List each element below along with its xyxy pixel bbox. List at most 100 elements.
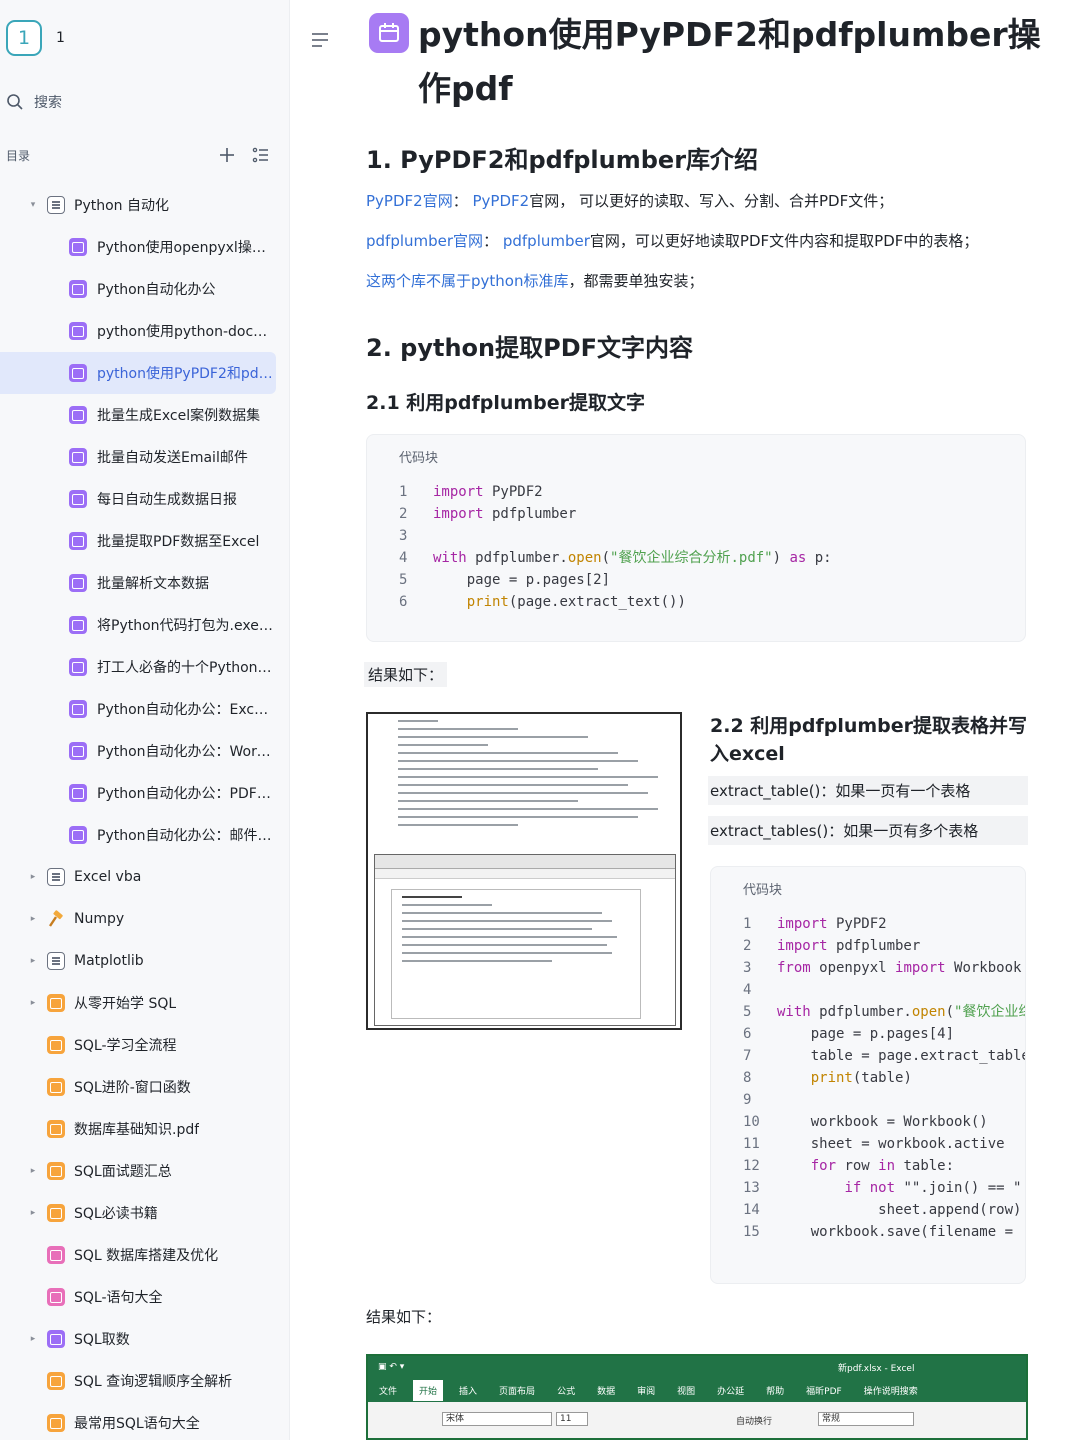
excel-tab: 审阅 <box>637 1386 656 1397</box>
sidebar-item-label: 批量提取PDF数据至Excel <box>97 534 260 550</box>
toc-label: 目录 <box>6 148 31 163</box>
sidebar-item-label: 每日自动生成数据日报 <box>97 492 237 508</box>
page-icon <box>69 322 87 340</box>
sidebar-item[interactable]: Python自动化办公：PDF自... <box>0 772 290 814</box>
chevron-right-icon[interactable]: ▸ <box>28 1334 38 1344</box>
page-title: python使用PyPDF2和pdfplumber操作pdf <box>418 15 1041 108</box>
add-icon[interactable] <box>218 146 236 164</box>
sidebar-item[interactable]: ▸ 从零开始学 SQL <box>0 982 290 1024</box>
sidebar-item[interactable]: SQL 查询逻辑顺序全解析 <box>0 1360 290 1402</box>
extract-tables-note: extract_tables()：如果一页有多个表格 <box>708 816 1028 845</box>
page-icon <box>69 532 87 550</box>
page-icon <box>47 1204 65 1222</box>
excel-tab: 视图 <box>677 1386 696 1397</box>
sidebar-item[interactable]: Python自动化办公：Excel... <box>0 688 290 730</box>
pypdf2-site-link[interactable]: PyPDF2官网 <box>366 192 453 210</box>
page-icon <box>69 406 87 424</box>
sidebar-item-label: Python自动化办公 <box>97 282 216 298</box>
code-block-1[interactable]: 代码块 1 import PyPDF2 2 import pdfplumber 3 … <box>366 434 1026 642</box>
sidebar-item[interactable]: SQL 数据库搭建及优化 <box>0 1234 290 1276</box>
sidebar-item-label: SQL 数据库搭建及优化 <box>74 1248 219 1264</box>
excel-tab: 福昕PDF <box>806 1386 842 1397</box>
page-icon <box>47 994 65 1012</box>
pypdf2-link[interactable]: PyPDF2 <box>473 192 530 210</box>
workspace-switcher[interactable]: 1 1 <box>6 20 65 56</box>
chevron-right-icon[interactable]: ▸ <box>28 956 38 966</box>
sidebar-item[interactable]: ▸ Excel vba <box>0 856 290 898</box>
sidebar-item[interactable]: ▸ Numpy <box>0 898 290 940</box>
search-button[interactable]: 搜索 <box>6 92 62 112</box>
sidebar-item[interactable]: 打工人必备的十个Python自... <box>0 646 290 688</box>
sidebar-item[interactable]: 数据库基础知识.pdf <box>0 1108 290 1150</box>
sidebar-item-label: SQL取数 <box>74 1332 130 1348</box>
excel-ribbon: 宋体 11 自动换行 常规 <box>368 1402 1026 1438</box>
sidebar-item-label: SQL-学习全流程 <box>74 1038 177 1054</box>
sidebar-item[interactable]: SQL-语句大全 <box>0 1276 290 1318</box>
sidebar-item[interactable]: python使用PyPDF2和pdfp... <box>0 352 276 394</box>
page-icon <box>69 784 87 802</box>
list-settings-icon[interactable] <box>252 146 270 164</box>
sidebar-item[interactable]: Python自动化办公：Word... <box>0 730 290 772</box>
page-icon <box>69 490 87 508</box>
chevron-right-icon[interactable]: ▸ <box>28 998 38 1008</box>
sidebar-item[interactable]: 批量解析文本数据 <box>0 562 290 604</box>
sidebar-item[interactable]: Python使用openpyxl操作e... <box>0 226 290 268</box>
excel-tab: 公式 <box>557 1386 576 1397</box>
menu-icon[interactable] <box>310 30 330 52</box>
code-block-2-content[interactable]: 1 import PyPDF2 2 import pdfplumber 3 from … <box>743 913 1025 1243</box>
chevron-right-icon[interactable]: ▸ <box>28 1166 38 1176</box>
sidebar-item[interactable]: 批量自动发送Email邮件 <box>0 436 290 478</box>
paragraph-pypdf2: PyPDF2官网： PyPDF2官网， 可以更好的读取、写入、分割、合并PDF文… <box>366 192 894 210</box>
search-icon <box>7 94 23 110</box>
page-icon <box>69 826 87 844</box>
excel-tab: 页面布局 <box>499 1386 536 1397</box>
code-block-2[interactable]: 代码块 1 import PyPDF2 2 import pdfplumber 3f… <box>710 866 1026 1284</box>
sidebar-item-label: Excel vba <box>74 869 142 885</box>
excel-tab: 办公延 <box>717 1386 745 1397</box>
heading-2-2: 2.2 利用pdfplumber提取表格并写入excel <box>710 715 1028 765</box>
sidebar-item[interactable]: 最常用SQL语句大全 <box>0 1402 290 1440</box>
sidebar-item[interactable]: ▸ SQL取数 <box>0 1318 290 1360</box>
chevron-right-icon[interactable]: ▸ <box>28 1208 38 1218</box>
chevron-down-icon[interactable]: ▾ <box>28 200 38 210</box>
sidebar-item[interactable]: 批量生成Excel案例数据集 <box>0 394 290 436</box>
sidebar-item[interactable]: 批量提取PDF数据至Excel <box>0 520 290 562</box>
document-icon[interactable] <box>369 13 409 53</box>
workspace-badge[interactable]: 1 <box>6 20 42 56</box>
paragraph-pdfplumber: pdfplumber官网： pdfplumber官网，可以更好地读取PDF文件内… <box>366 232 979 250</box>
pdfplumber-link[interactable]: pdfplumber <box>503 232 590 250</box>
page-icon <box>69 238 87 256</box>
sidebar-item[interactable]: Python自动化办公 <box>0 268 290 310</box>
sidebar-item[interactable]: Python自动化办公：邮件自... <box>0 814 290 856</box>
stdlib-link[interactable]: 这两个库不属于python标准库 <box>366 272 568 290</box>
chevron-right-icon[interactable]: ▸ <box>28 914 38 924</box>
document-icon <box>47 196 65 214</box>
sidebar-item[interactable]: ▸ Matplotlib <box>0 940 290 982</box>
chevron-right-icon[interactable]: ▸ <box>28 872 38 882</box>
page-icon <box>47 1036 65 1054</box>
sidebar-item[interactable]: ▾ Python 自动化 <box>0 184 290 226</box>
pdfplumber-site-link[interactable]: pdfplumber官网 <box>366 232 483 250</box>
sidebar-item-label: Python自动化办公：Excel... <box>97 702 275 718</box>
page-icon <box>69 616 87 634</box>
sidebar-item[interactable]: ▸ SQL面试题汇总 <box>0 1150 290 1192</box>
excel-font-select: 宋体 <box>442 1412 552 1426</box>
sidebar-item[interactable]: 每日自动生成数据日报 <box>0 478 290 520</box>
page-icon <box>69 658 87 676</box>
code-block-1-content[interactable]: 1 import PyPDF2 2 import pdfplumber 3 4 wit… <box>399 481 832 613</box>
sidebar-item[interactable]: SQL-学习全流程 <box>0 1024 290 1066</box>
heading-2: 2. python提取PDF文字内容 <box>366 334 694 362</box>
hammer-icon <box>47 910 65 928</box>
sidebar-item[interactable]: SQL进阶-窗口函数 <box>0 1066 290 1108</box>
sidebar: 1 1 搜索 目录 ▾ Python 自动化 Python使用openpyxl操作e… <box>0 0 290 1440</box>
sidebar-item[interactable]: ▸ SQL必读书籍 <box>0 1192 290 1234</box>
sidebar-item[interactable]: 将Python代码打包为.exe程序 <box>0 604 290 646</box>
excel-tab: 数据 <box>597 1386 616 1397</box>
result-label-2: 结果如下： <box>366 1308 442 1326</box>
workspace-name[interactable]: 1 <box>56 30 65 46</box>
sidebar-item-label: Python 自动化 <box>74 198 169 214</box>
sidebar-item-label: Python使用openpyxl操作e... <box>97 240 275 256</box>
page-icon <box>47 1246 65 1264</box>
sidebar-item[interactable]: python使用python-docx操... <box>0 310 290 352</box>
sidebar-item-label: 从零开始学 SQL <box>74 996 177 1012</box>
